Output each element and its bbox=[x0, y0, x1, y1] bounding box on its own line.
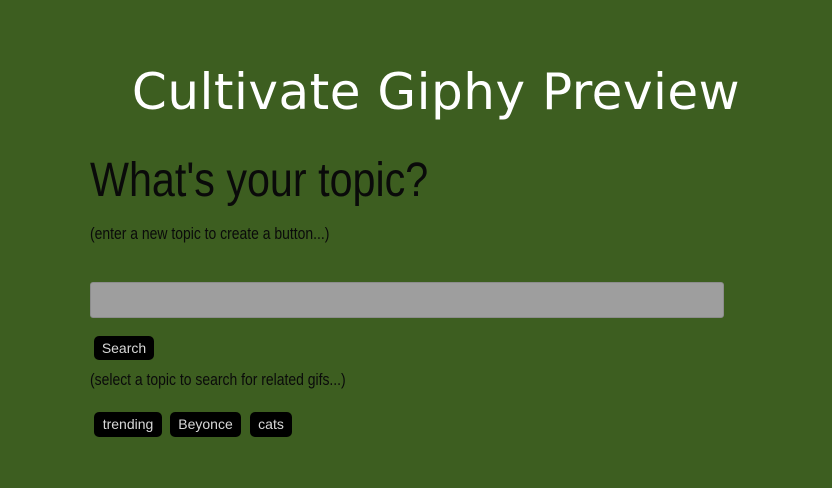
search-button[interactable]: Search bbox=[94, 336, 154, 360]
topic-button-cats[interactable]: cats bbox=[250, 412, 292, 437]
topic-heading: What's your topic? bbox=[90, 154, 429, 207]
topic-input[interactable] bbox=[90, 282, 724, 318]
select-topic-hint: (select a topic to search for related gi… bbox=[90, 370, 346, 389]
topic-button-trending[interactable]: trending bbox=[94, 412, 162, 437]
create-topic-hint: (enter a new topic to create a button...… bbox=[90, 224, 330, 243]
site-title: Cultivate Giphy Preview bbox=[131, 63, 741, 121]
topic-button-beyonce[interactable]: Beyonce bbox=[170, 412, 241, 437]
